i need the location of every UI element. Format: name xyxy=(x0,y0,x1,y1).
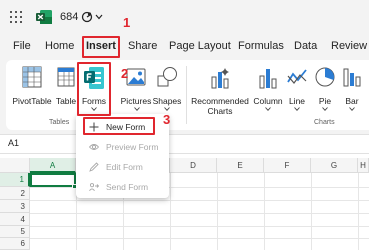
menu-item-edit-form[interactable]: Edit Form xyxy=(76,158,169,176)
bar-chart-label: Bar xyxy=(345,96,359,106)
grid-line xyxy=(30,213,369,214)
recommended-charts-label-2: Charts xyxy=(207,106,233,116)
grid-line xyxy=(264,173,265,250)
tab-page-layout[interactable]: Page Layout xyxy=(169,40,231,52)
highlight-new-form xyxy=(83,117,155,135)
row-header-2[interactable]: 2 xyxy=(0,187,30,200)
highlight-insert-tab xyxy=(82,36,120,58)
bar-chart-icon xyxy=(343,68,361,87)
recommended-charts-button[interactable]: Recommended Charts xyxy=(191,66,249,116)
pivottable-icon xyxy=(22,66,42,88)
column-header-h[interactable]: H xyxy=(358,158,369,173)
eye-icon xyxy=(89,144,99,150)
group-label-charts: Charts xyxy=(314,119,335,126)
pivottable-label: PivotTable xyxy=(12,96,52,106)
tab-share[interactable]: Share xyxy=(128,40,157,52)
column-header-g[interactable]: G xyxy=(311,158,358,173)
pencil-icon xyxy=(89,162,99,172)
column-header-d[interactable]: D xyxy=(170,158,217,173)
grid-line xyxy=(217,173,218,250)
menu-item-label: Preview Form xyxy=(106,142,159,152)
column-chart-label: Column xyxy=(253,96,283,106)
tab-file[interactable]: File xyxy=(13,40,31,52)
tab-data[interactable]: Data xyxy=(294,40,317,52)
grid-line xyxy=(311,173,312,250)
bar-chevron-down-icon[interactable] xyxy=(349,107,355,111)
pictures-chevron-down-icon[interactable] xyxy=(134,107,140,111)
menu-item-label: Send Form xyxy=(106,182,149,192)
tab-formulas[interactable]: Formulas xyxy=(238,40,284,52)
line-chart-icon xyxy=(287,69,307,84)
ribbon-separator xyxy=(186,66,187,124)
step-number-3: 3 xyxy=(163,112,171,127)
excel-logo-icon xyxy=(36,10,52,24)
grid-line xyxy=(30,226,369,227)
column-header-e[interactable]: E xyxy=(217,158,264,173)
column-chart-icon xyxy=(259,69,277,89)
pictures-icon xyxy=(126,68,146,86)
column-chevron-down-icon[interactable] xyxy=(265,107,271,111)
grid-line xyxy=(358,173,359,250)
recommended-charts-icon xyxy=(211,68,229,89)
autosave-icon[interactable] xyxy=(81,11,93,23)
row-header-4[interactable]: 4 xyxy=(0,213,30,226)
group-label-tables: Tables xyxy=(49,119,70,126)
row-header-3[interactable]: 3 xyxy=(0,200,30,213)
pie-chart-label: Pie xyxy=(318,96,332,106)
chevron-down-icon[interactable] xyxy=(95,14,103,20)
pie-chevron-down-icon[interactable] xyxy=(322,107,328,111)
step-number-1: 1 xyxy=(123,15,131,30)
title-bar: 684 xyxy=(0,0,369,34)
highlight-forms-button xyxy=(77,62,111,116)
menu-item-label: Edit Form xyxy=(106,162,143,172)
table-icon xyxy=(57,67,75,87)
recommended-charts-label-1: Recommended xyxy=(191,96,249,106)
row-header-5[interactable]: 5 xyxy=(0,226,30,238)
column-header-f[interactable]: F xyxy=(264,158,311,173)
formula-bar: A1 xyxy=(0,134,369,154)
tab-home[interactable]: Home xyxy=(45,40,74,52)
table-label: Table xyxy=(55,96,77,106)
share-icon xyxy=(89,183,99,192)
table-button[interactable]: Table xyxy=(55,66,77,116)
grid-line xyxy=(170,173,171,250)
document-name[interactable]: 684 xyxy=(60,11,78,23)
pivottable-button[interactable]: PivotTable xyxy=(12,66,52,116)
pictures-label: Pictures xyxy=(120,96,152,106)
menu-item-send-form[interactable]: Send Form xyxy=(76,178,169,196)
select-all-corner[interactable] xyxy=(0,158,30,173)
name-box[interactable]: A1 xyxy=(8,138,19,148)
row-header-1[interactable]: 1 xyxy=(0,173,30,187)
app-launcher-icon[interactable] xyxy=(10,11,22,23)
pie-chart-icon xyxy=(315,67,335,87)
grid-line xyxy=(30,200,369,201)
menu-item-preview-form[interactable]: Preview Form xyxy=(76,138,169,156)
shapes-label: Shapes xyxy=(152,96,182,106)
step-number-2: 2 xyxy=(121,66,129,81)
column-header-a[interactable]: A xyxy=(30,158,76,173)
row-header-6[interactable]: 6 xyxy=(0,238,30,250)
selected-cell-a1[interactable] xyxy=(30,173,76,187)
ribbon-tabs: File Home Insert Share Page Layout Formu… xyxy=(0,34,369,60)
line-chart-label: Line xyxy=(288,96,306,106)
line-chevron-down-icon[interactable] xyxy=(294,107,300,111)
shapes-chevron-down-icon[interactable] xyxy=(164,107,170,111)
tab-review[interactable]: Review xyxy=(331,40,367,52)
shapes-icon xyxy=(157,67,177,87)
grid-line xyxy=(30,238,369,239)
